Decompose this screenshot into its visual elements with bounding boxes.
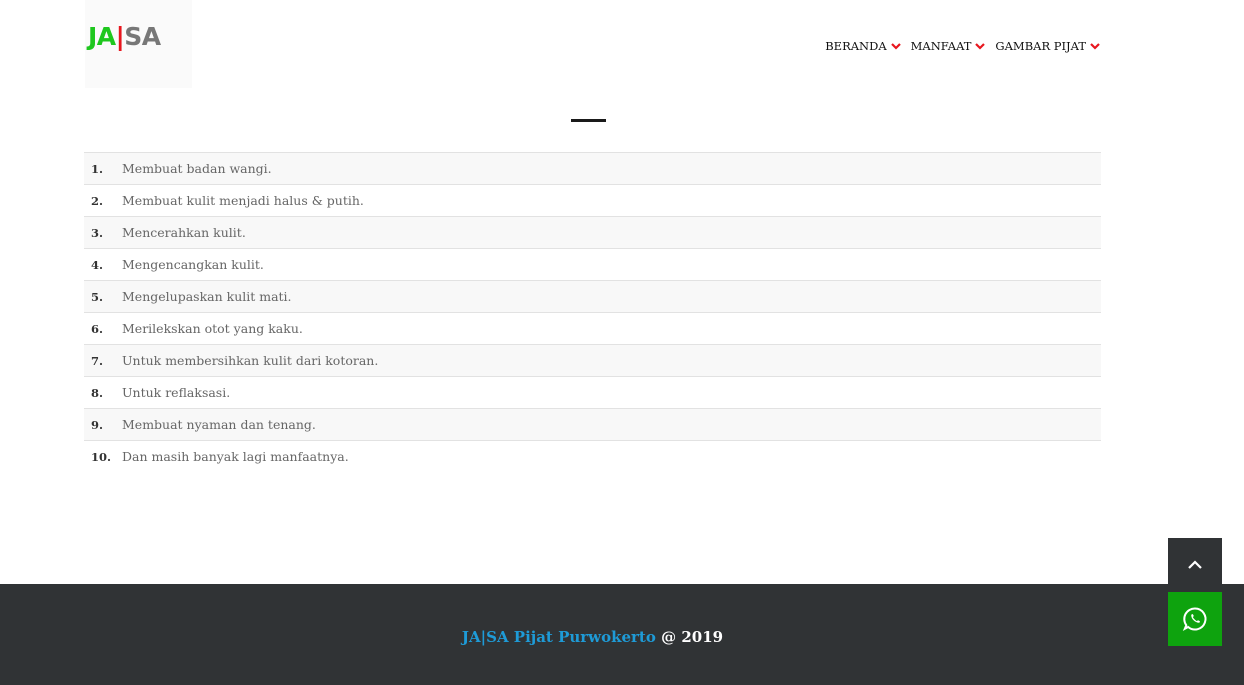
item-text: Dan masih banyak lagi manfaatnya. — [122, 449, 349, 464]
item-number: 1. — [91, 161, 104, 176]
main-nav: BERANDA MANFAAT GAMBAR PIJAT — [825, 39, 1101, 53]
nav-item-beranda[interactable]: BERANDA — [825, 39, 901, 53]
nav-item-label: GAMBAR PIJAT — [995, 39, 1086, 53]
item-number: 8. — [91, 385, 104, 400]
footer-brand-link[interactable]: JA|SA Pijat Purwokerto — [462, 628, 656, 646]
item-number: 2. — [91, 193, 104, 208]
list-item: 7. Untuk membersihkan kulit dari kotoran. — [84, 344, 1101, 376]
item-text: Merilekskan otot yang kaku. — [122, 321, 303, 336]
item-text: Untuk reflaksasi. — [122, 385, 231, 400]
item-number: 5. — [91, 289, 104, 304]
item-number: 6. — [91, 321, 104, 336]
item-text: Mengencangkan kulit. — [122, 257, 264, 272]
item-text: Mencerahkan kulit. — [122, 225, 246, 240]
nav-item-gambar-pijat[interactable]: GAMBAR PIJAT — [995, 39, 1101, 53]
section-divider — [571, 119, 606, 122]
list-item: 6. Merilekskan otot yang kaku. — [84, 312, 1101, 344]
scroll-to-top-button[interactable] — [1168, 538, 1222, 592]
item-text: Untuk membersihkan kulit dari kotoran. — [122, 353, 379, 368]
logo-part-ja: JA — [88, 22, 116, 51]
nav-item-label: MANFAAT — [910, 39, 972, 53]
item-number: 3. — [91, 225, 104, 240]
footer-copyright: JA|SA Pijat Purwokerto @ 2019 — [0, 628, 1185, 646]
logo-part-sa: SA — [124, 22, 161, 51]
nav-item-manfaat[interactable]: MANFAAT — [911, 39, 987, 53]
list-item: 4. Mengencangkan kulit. — [84, 248, 1101, 280]
chevron-down-icon — [1090, 43, 1100, 50]
benefits-list: 1. Membuat badan wangi. 2. Membuat kulit m… — [84, 152, 1101, 472]
list-item: 3. Mencerahkan kulit. — [84, 216, 1101, 248]
list-item: 9. Membuat nyaman dan tenang. — [84, 408, 1101, 440]
item-text: Membuat badan wangi. — [122, 161, 272, 176]
nav-item-label: BERANDA — [825, 39, 887, 53]
chevron-down-icon — [890, 43, 901, 50]
item-text: Membuat nyaman dan tenang. — [122, 417, 316, 432]
chevron-down-icon — [975, 43, 986, 50]
list-item: 10. Dan masih banyak lagi manfaatnya. — [84, 440, 1101, 472]
item-text: Mengelupaskan kulit mati. — [122, 289, 292, 304]
logo-text: JA|SA — [88, 24, 161, 49]
list-item: 8. Untuk reflaksasi. — [84, 376, 1101, 408]
site-logo[interactable]: JA|SA — [85, 0, 192, 88]
logo-part-bar: | — [115, 22, 125, 51]
footer-year: @ 2019 — [655, 628, 724, 646]
whatsapp-icon — [1182, 607, 1207, 631]
list-item: 5. Mengelupaskan kulit mati. — [84, 280, 1101, 312]
whatsapp-button[interactable] — [1168, 592, 1222, 646]
list-item: 2. Membuat kulit menjadi halus & putih. — [84, 184, 1101, 216]
site-footer: JA|SA Pijat Purwokerto @ 2019 — [0, 584, 1244, 685]
item-number: 7. — [91, 353, 104, 368]
list-item: 1. Membuat badan wangi. — [84, 152, 1101, 184]
item-number: 10. — [91, 449, 112, 464]
item-number: 4. — [91, 257, 104, 272]
item-number: 9. — [91, 417, 104, 432]
item-text: Membuat kulit menjadi halus & putih. — [122, 193, 364, 208]
chevron-up-icon — [1188, 560, 1202, 569]
